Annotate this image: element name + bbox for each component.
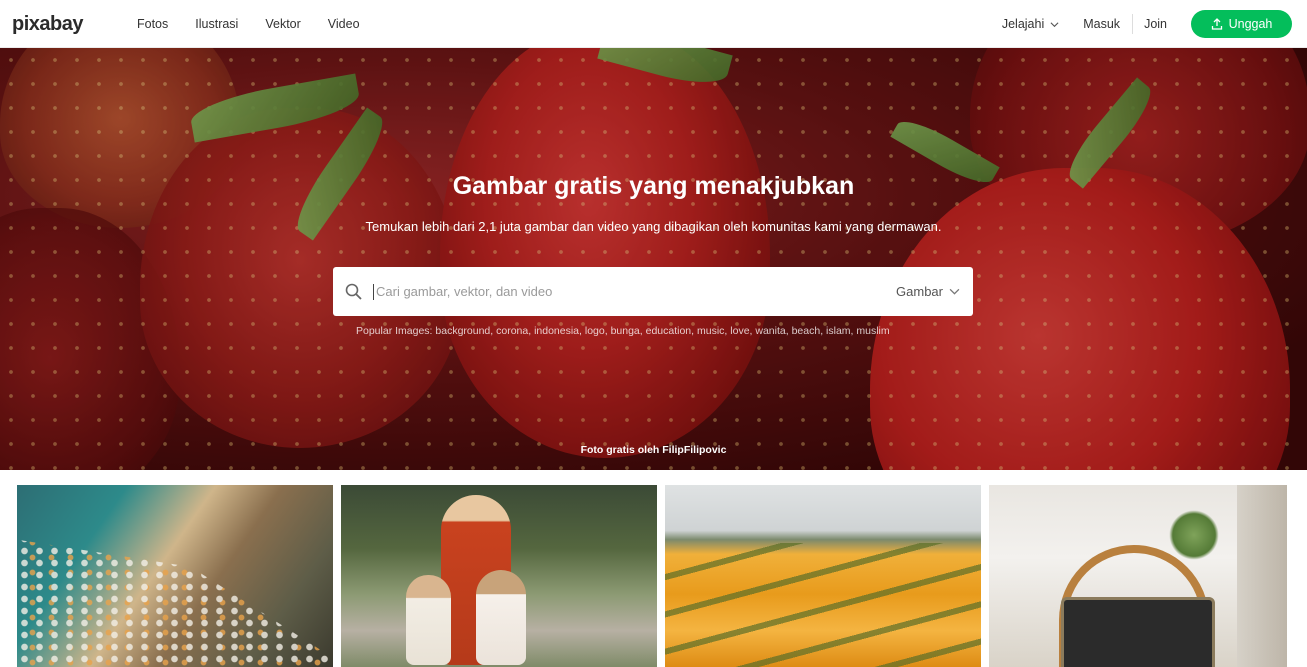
upload-icon bbox=[1211, 18, 1222, 30]
tag-link[interactable]: music bbox=[697, 325, 724, 337]
gallery-image-beach[interactable] bbox=[17, 485, 333, 667]
pixabay-logo[interactable]: pixabay bbox=[12, 13, 83, 36]
media-type-select[interactable]: Gambar bbox=[896, 284, 960, 299]
gallery-image-tulips[interactable] bbox=[665, 485, 981, 667]
tulip-rows bbox=[665, 543, 981, 667]
upload-label: Unggah bbox=[1228, 17, 1273, 31]
popular-tags: Popular Images: background, corona, indo… bbox=[356, 325, 890, 337]
explore-menu[interactable]: Jelajahi bbox=[1002, 17, 1059, 31]
child-figure bbox=[476, 570, 526, 665]
gallery-image-speaker[interactable] bbox=[989, 485, 1287, 667]
hero-subtitle: Temukan lebih dari 2,1 juta gambar dan v… bbox=[365, 219, 942, 234]
tag-link[interactable]: beach bbox=[792, 325, 821, 337]
child-figure bbox=[406, 575, 451, 665]
curtain bbox=[1237, 485, 1287, 667]
tag-link[interactable]: education bbox=[646, 325, 692, 337]
tag-link[interactable]: indonesia bbox=[534, 325, 579, 337]
plant bbox=[1169, 510, 1219, 560]
beach-umbrellas bbox=[17, 539, 333, 667]
tag-link[interactable]: islam bbox=[826, 325, 851, 337]
gallery-image-family[interactable] bbox=[341, 485, 657, 667]
hero-title: Gambar gratis yang menakjubkan bbox=[452, 172, 855, 200]
tag-link[interactable]: logo bbox=[585, 325, 605, 337]
hero-overlay bbox=[0, 48, 1307, 470]
explore-label: Jelajahi bbox=[1001, 17, 1045, 31]
image-gallery bbox=[0, 470, 1307, 667]
popular-label: Popular Images: bbox=[356, 325, 433, 337]
header-actions: Jelajahi Masuk Join Unggah bbox=[1002, 0, 1292, 48]
join-link[interactable]: Join bbox=[1144, 17, 1167, 31]
hero-banner: Gambar gratis yang menakjubkan Temukan l… bbox=[0, 48, 1307, 470]
tag-link[interactable]: wanita bbox=[755, 325, 785, 337]
search-icon[interactable] bbox=[344, 282, 364, 302]
tag-link[interactable]: muslim bbox=[856, 325, 889, 337]
chevron-down-icon bbox=[1050, 21, 1059, 27]
top-navbar: pixabay Fotos Ilustrasi Vektor Video Jel… bbox=[0, 0, 1307, 48]
main-nav: Fotos Ilustrasi Vektor Video bbox=[137, 0, 387, 48]
chevron-down-icon bbox=[949, 288, 960, 295]
media-type-value: Gambar bbox=[896, 284, 943, 299]
nav-illustrations[interactable]: Ilustrasi bbox=[195, 17, 238, 31]
tag-link[interactable]: love bbox=[730, 325, 749, 337]
tag-link[interactable]: corona bbox=[496, 325, 528, 337]
search-bar: Gambar bbox=[333, 267, 973, 316]
nav-videos[interactable]: Video bbox=[328, 17, 360, 31]
tag-link[interactable]: bunga bbox=[611, 325, 640, 337]
upload-button[interactable]: Unggah bbox=[1191, 10, 1292, 38]
nav-photos[interactable]: Fotos bbox=[137, 17, 168, 31]
search-input[interactable] bbox=[373, 283, 887, 300]
login-link[interactable]: Masuk bbox=[1083, 14, 1134, 34]
photo-credit[interactable]: Foto gratis oleh FilipFilipovic bbox=[0, 444, 1307, 456]
tag-link[interactable]: background bbox=[435, 325, 490, 337]
speaker bbox=[1061, 597, 1215, 667]
nav-vectors[interactable]: Vektor bbox=[265, 17, 300, 31]
